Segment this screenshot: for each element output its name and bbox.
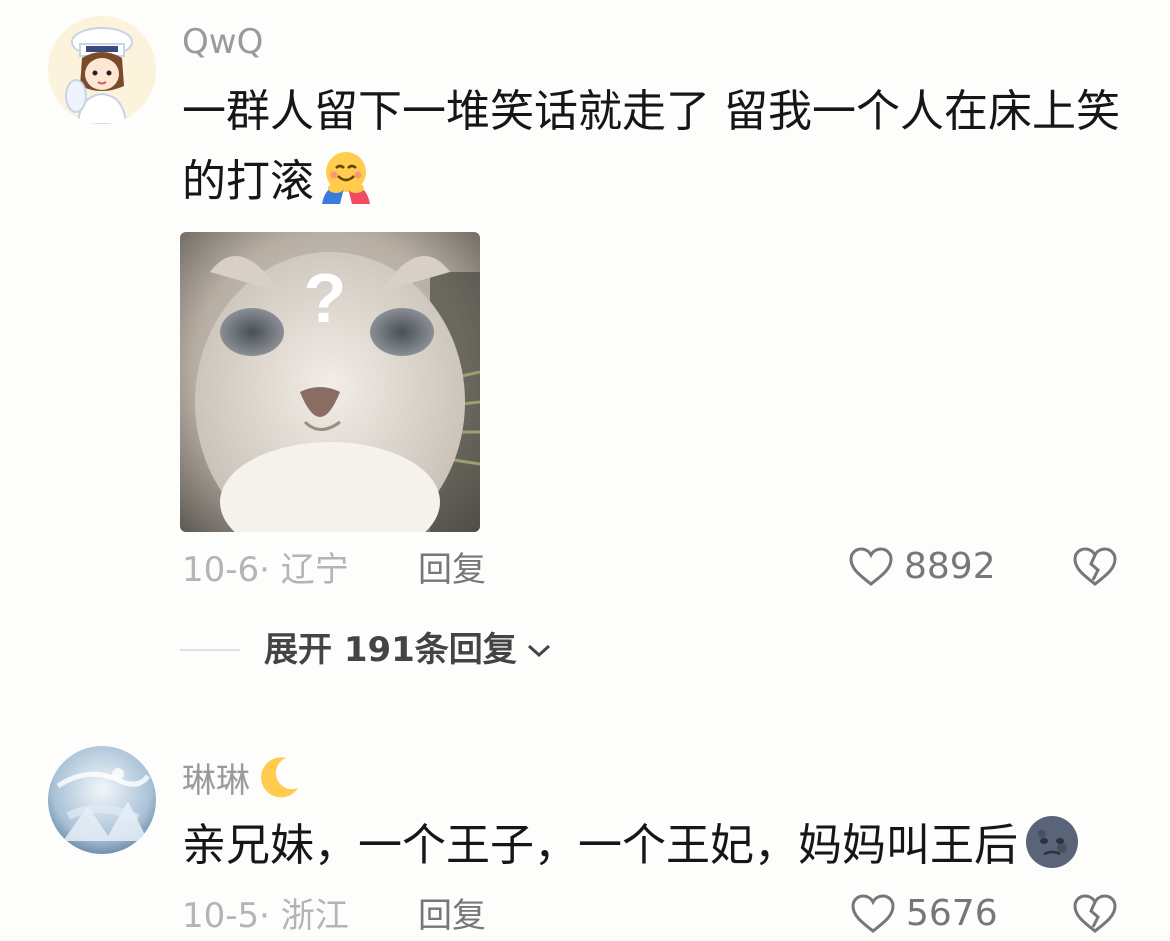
new-moon-face-emoji-icon <box>1024 814 1080 890</box>
hugging-face-emoji-icon <box>318 148 374 224</box>
comment-text-line: 亲兄妹，一个王子，一个王妃，妈妈叫王后 <box>182 820 1018 871</box>
heart-icon <box>851 894 895 933</box>
comment-list: QwQ 一群人留下一堆笑话就走了 留我一个人在床上笑 的打滚 ? 10-6· 辽… <box>0 0 1170 941</box>
avatar[interactable] <box>48 746 156 854</box>
broken-heart-icon <box>1073 547 1117 586</box>
chevron-down-icon[interactable] <box>525 640 553 660</box>
comment-text-line: 一群人留下一堆笑话就走了 留我一个人在床上笑 <box>182 86 1120 137</box>
chef-girl-avatar-icon <box>48 16 156 124</box>
crescent-moon-emoji-icon <box>254 754 302 807</box>
date-location: 10-6· 辽宁 <box>182 550 349 590</box>
username-row: 琳琳 <box>182 754 302 807</box>
like-count: 8892 <box>904 546 996 587</box>
meme-image[interactable]: ? <box>180 232 480 532</box>
expand-replies-label[interactable]: 展开 191条回复 <box>264 630 517 670</box>
heart-icon <box>849 547 893 586</box>
broken-heart-icon <box>1073 894 1117 933</box>
comment-text: 亲兄妹，一个王子，一个王妃，妈妈叫王后 <box>182 812 1080 890</box>
dislike-button[interactable] <box>1072 546 1118 592</box>
date-location: 10-5· 浙江 <box>182 896 349 936</box>
confused-cat-meme-icon: ? <box>180 232 480 532</box>
question-mark-overlay: ? <box>304 259 347 337</box>
username[interactable]: QwQ <box>182 22 263 62</box>
divider-line <box>180 649 240 651</box>
like-button[interactable]: 5676 <box>850 893 998 935</box>
dislike-button[interactable] <box>1072 893 1118 939</box>
like-button[interactable]: 8892 <box>848 546 996 588</box>
comment-text-line: 的打滚 <box>182 156 314 207</box>
ice-scene-avatar-icon <box>48 746 156 854</box>
expand-replies[interactable]: 展开 191条回复 <box>180 630 553 670</box>
comment-text-continued: 的打滚 <box>182 148 374 224</box>
avatar[interactable] <box>48 16 156 124</box>
username[interactable]: 琳琳 <box>182 761 250 801</box>
like-count: 5676 <box>906 893 998 934</box>
reply-button[interactable]: 回复 <box>418 896 486 936</box>
comment-text: 一群人留下一堆笑话就走了 留我一个人在床上笑 <box>182 78 1120 146</box>
reply-button[interactable]: 回复 <box>418 550 486 590</box>
